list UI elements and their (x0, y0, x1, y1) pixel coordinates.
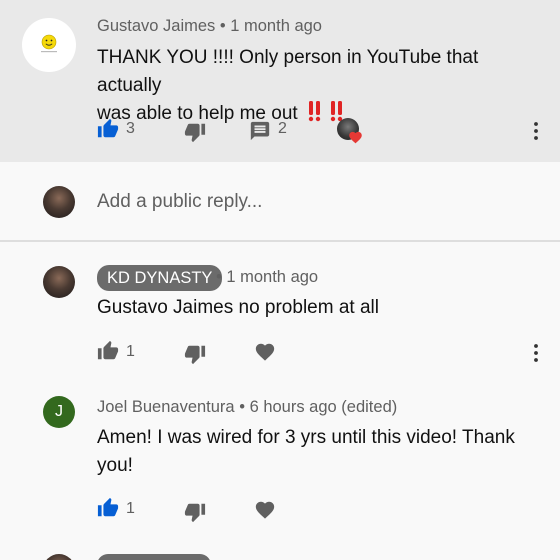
reply-item-partial (0, 548, 560, 560)
reply-timestamp: • 1 month ago (216, 268, 319, 286)
thumbs-down-icon (184, 345, 206, 365)
heart-button[interactable] (254, 341, 276, 363)
reply-text: Gustavo Jaimes no problem at all (97, 297, 379, 318)
channel-owner-badge[interactable]: KD DYNASTY (97, 265, 223, 291)
like-count: 1 (126, 500, 135, 517)
reply-count: 2 (278, 120, 287, 137)
channel-owner-badge[interactable] (97, 554, 211, 560)
thumbs-up-filled-icon (97, 497, 119, 517)
comment-author-name[interactable]: Gustavo Jaimes (97, 17, 215, 35)
reply-author-avatar[interactable]: J (43, 396, 75, 428)
reply-author-avatar[interactable] (43, 266, 75, 298)
dislike-button[interactable] (184, 121, 206, 143)
comment-timestamp: • 1 month ago (219, 17, 322, 35)
like-button[interactable] (97, 118, 119, 140)
heart-icon (255, 501, 275, 519)
heart-button[interactable] (254, 499, 276, 521)
reply-input[interactable]: Add a public reply... (97, 191, 262, 213)
avatar-letter: J (55, 403, 63, 420)
thumbs-up-icon (97, 340, 119, 360)
like-button[interactable] (97, 340, 119, 362)
smiley-face-icon (41, 34, 57, 53)
reply-text-line-1: Amen! I was wired for 3 yrs until this v… (97, 427, 515, 448)
reply-author-name[interactable]: Joel Buenaventura (97, 398, 235, 416)
comment-author-avatar[interactable] (22, 18, 76, 72)
reply-button[interactable] (249, 120, 271, 142)
more-vert-icon (534, 344, 538, 362)
more-vert-icon (534, 122, 538, 140)
comment-icon (250, 121, 270, 141)
current-user-avatar (43, 186, 75, 218)
reply-text: Amen! I was wired for 3 yrs until this v… (97, 424, 547, 480)
dislike-button[interactable] (184, 501, 206, 523)
reply-item: J Joel Buenaventura • 6 hours ago (edite… (0, 382, 560, 532)
comment-text-line-1: THANK YOU !!!! Only person in YouTube th… (97, 47, 479, 96)
heart-icon (349, 131, 362, 144)
comment-more-menu[interactable] (524, 119, 548, 143)
dislike-button[interactable] (184, 343, 206, 365)
reply-author-avatar[interactable] (43, 554, 75, 560)
like-button[interactable] (97, 497, 119, 519)
thumbs-up-filled-icon (97, 118, 119, 138)
creator-heart-badge[interactable] (337, 118, 367, 148)
comment-header: Gustavo Jaimes • 1 month ago (97, 17, 322, 36)
reply-timestamp: • 6 hours ago (edited) (239, 398, 398, 416)
reply-item: KD DYNASTY • 1 month ago Gustavo Jaimes … (0, 242, 560, 382)
reply-header: Joel Buenaventura • 6 hours ago (edited) (97, 398, 397, 417)
heart-icon (255, 343, 275, 361)
highlighted-comment: Gustavo Jaimes • 1 month ago THANK YOU !… (0, 0, 560, 162)
reply-more-menu[interactable] (524, 341, 548, 365)
like-count: 3 (126, 120, 135, 137)
thumbs-down-icon (184, 503, 206, 523)
comment-body: THANK YOU !!!! Only person in YouTube th… (97, 44, 547, 131)
thumbs-down-icon (184, 123, 206, 143)
reply-text-line-2: you! (97, 455, 133, 476)
add-reply-row: Add a public reply... (0, 162, 560, 242)
like-count: 1 (126, 343, 135, 360)
